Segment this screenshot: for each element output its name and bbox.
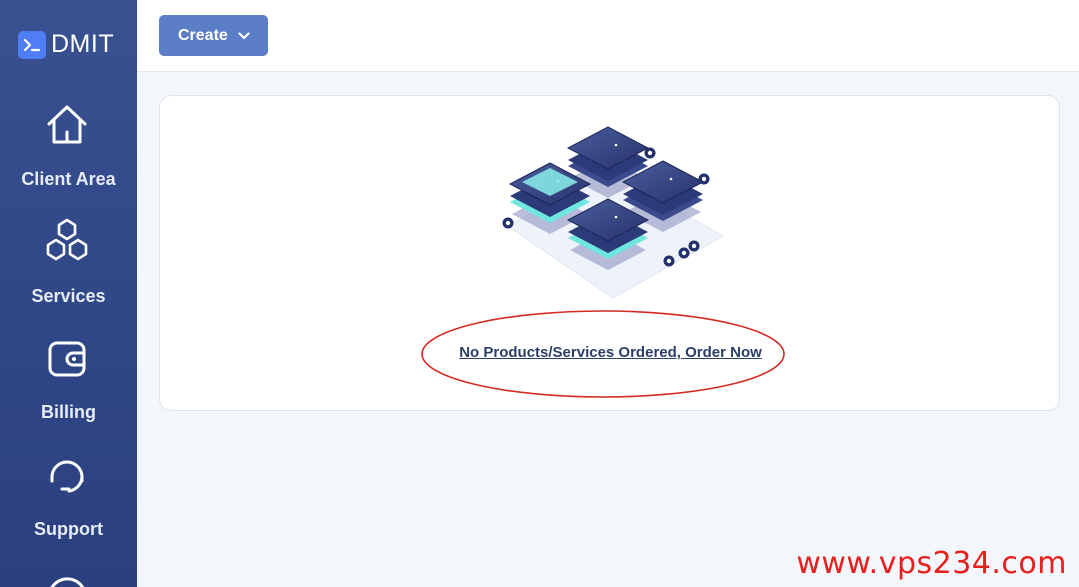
watermark: www.vps234.com xyxy=(796,546,1067,581)
connector-node-center xyxy=(681,250,687,256)
sidebar-item-services[interactable]: Services xyxy=(0,218,137,328)
brand-name: DMIT xyxy=(51,30,115,58)
servers-illustration xyxy=(502,126,725,299)
sidebar-item-label: Billing xyxy=(41,402,96,422)
top-toolbar: Create xyxy=(137,0,1079,72)
sidebar-item-support[interactable]: Support xyxy=(0,453,137,563)
server-led xyxy=(614,143,618,147)
cubes-icon xyxy=(43,218,91,266)
empty-services-card: No Products/Services Ordered, Order Now xyxy=(159,95,1060,411)
sidebar: DMIT Client Area Services Billing Suppor… xyxy=(0,0,137,587)
connector-node-center xyxy=(666,258,672,264)
create-button-label: Create xyxy=(178,26,228,44)
create-button[interactable]: Create xyxy=(159,15,268,56)
sidebar-item-label: Services xyxy=(31,286,106,306)
terminal-icon xyxy=(18,30,46,59)
sidebar-item-label: Support xyxy=(34,519,103,539)
home-icon xyxy=(43,102,91,150)
connector-node-center xyxy=(701,176,707,182)
sidebar-item-label: Client Area xyxy=(21,169,116,189)
order-now-link[interactable]: No Products/Services Ordered, Order Now xyxy=(160,344,1061,361)
connector-node-center xyxy=(505,220,511,226)
sidebar-item-billing[interactable]: Billing xyxy=(0,338,137,448)
chat-icon[interactable] xyxy=(46,570,90,587)
wallet-icon xyxy=(43,338,91,386)
server-led xyxy=(614,215,618,219)
brand-logo[interactable]: DMIT xyxy=(18,30,114,59)
headset-icon xyxy=(43,453,91,501)
connector-node-center xyxy=(647,150,653,156)
connector-node-center xyxy=(691,243,697,249)
chevron-down-icon xyxy=(238,31,250,39)
sidebar-item-client-area[interactable]: Client Area xyxy=(0,102,137,212)
server-led xyxy=(669,177,673,181)
